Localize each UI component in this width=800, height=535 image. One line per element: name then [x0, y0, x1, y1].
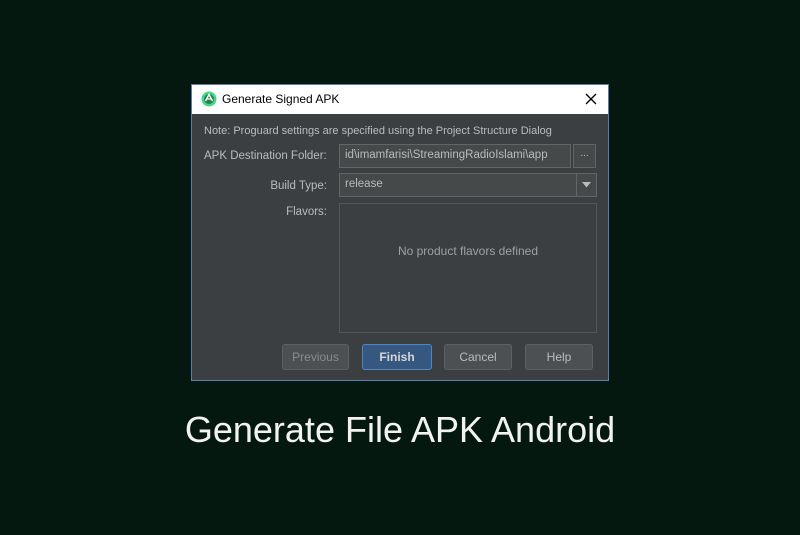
android-studio-icon: [201, 91, 217, 107]
dropdown-arrow-button[interactable]: [576, 174, 596, 196]
browse-button[interactable]: ...: [573, 144, 596, 168]
build-type-label: Build Type:: [270, 180, 327, 192]
help-button[interactable]: Help: [525, 344, 593, 370]
dialog-titlebar: Generate Signed APK: [192, 85, 608, 114]
page-caption: Generate File APK Android: [184, 409, 616, 450]
dialog-title: Generate Signed APK: [222, 92, 340, 106]
proguard-note: Note: Proguard settings are specified us…: [204, 125, 552, 137]
previous-button[interactable]: Previous: [282, 344, 349, 370]
close-icon: [585, 93, 597, 105]
cancel-button[interactable]: Cancel: [444, 344, 512, 370]
destination-folder-label: APK Destination Folder:: [204, 150, 327, 162]
close-button[interactable]: [574, 85, 608, 114]
destination-folder-input[interactable]: id\imamfarisi\StreamingRadioIslami\app: [339, 144, 571, 168]
chevron-down-icon: [582, 182, 591, 188]
generate-signed-apk-dialog: Generate Signed APK Note: Proguard setti…: [191, 84, 609, 381]
flavors-list[interactable]: No product flavors defined: [339, 203, 597, 333]
flavors-label: Flavors:: [286, 206, 327, 218]
build-type-select[interactable]: release: [339, 173, 597, 197]
flavors-empty-text: No product flavors defined: [397, 244, 539, 258]
build-type-value: release: [345, 178, 383, 190]
finish-button[interactable]: Finish: [362, 344, 432, 370]
